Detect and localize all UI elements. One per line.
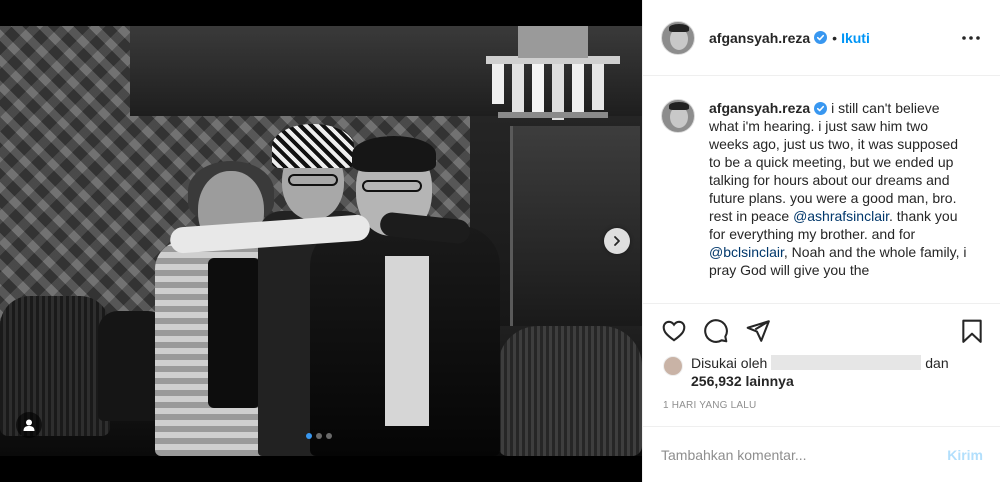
mention-link[interactable]: @ashrafsinclair — [793, 208, 889, 224]
armchair-left — [0, 296, 110, 436]
separator-bullet: • — [832, 29, 838, 46]
more-options-button[interactable] — [961, 28, 981, 48]
post-timestamp[interactable]: 1 HARI YANG LALU — [663, 400, 756, 411]
likes-text: Disukai oleh dan 256,932 lainnya — [691, 354, 949, 390]
caption-username[interactable]: afgansyah.reza — [709, 100, 810, 116]
comment-icon — [704, 319, 728, 343]
share-icon — [746, 320, 770, 342]
comment-box: Kirim — [643, 426, 1000, 482]
save-button[interactable] — [959, 318, 985, 344]
carousel-dot — [316, 433, 322, 439]
carousel-indicator — [306, 433, 332, 439]
blurred-username — [771, 355, 922, 370]
verified-badge-icon — [814, 31, 828, 44]
more-options-icon — [962, 36, 980, 40]
comment-input[interactable] — [661, 446, 940, 463]
caption-text: afgansyah.reza i still can't believe wha… — [709, 99, 969, 279]
likes-count[interactable]: 256,932 lainnya — [691, 373, 794, 389]
carousel-next-button[interactable] — [604, 228, 630, 254]
armchair-right — [498, 326, 642, 456]
liked-by-label: Disukai oleh — [691, 355, 768, 371]
person-right-tshirt — [385, 256, 429, 426]
comment-button[interactable] — [703, 318, 729, 344]
post-photo-panel — [0, 0, 642, 482]
person-right-hair — [352, 136, 436, 172]
carousel-dot — [326, 433, 332, 439]
verified-badge-icon — [814, 102, 828, 115]
likes-summary: Disukai oleh dan 256,932 lainnya — [663, 354, 949, 390]
caption-row: afgansyah.reza i still can't believe wha… — [661, 99, 983, 279]
liked-and-label: dan — [925, 355, 949, 371]
user-tag-button[interactable] — [16, 412, 42, 438]
author-username[interactable]: afgansyah.reza — [709, 30, 810, 46]
person-left-top — [208, 258, 260, 408]
liker-avatar[interactable] — [663, 356, 683, 376]
post-details-panel: afgansyah.reza • Ikuti afgansyah.reza i … — [642, 0, 1000, 482]
bookmark-icon — [962, 319, 982, 343]
person-right-glasses — [362, 180, 422, 192]
author-avatar[interactable] — [661, 20, 695, 55]
carousel-dot — [306, 433, 312, 439]
share-button[interactable] — [745, 318, 771, 344]
follow-button[interactable]: Ikuti — [841, 30, 870, 46]
person-middle-glasses — [288, 174, 338, 186]
chandelier — [486, 26, 620, 120]
post-image[interactable] — [0, 26, 642, 456]
person-middle-hat — [272, 124, 354, 168]
caption-area[interactable]: afgansyah.reza i still can't believe wha… — [643, 77, 1000, 303]
mention-link[interactable]: @bclsinclair — [709, 244, 784, 260]
user-tag-icon — [23, 419, 35, 431]
post-comment-button[interactable]: Kirim — [947, 447, 983, 463]
heart-icon — [662, 320, 686, 342]
caption-author-avatar[interactable] — [661, 99, 695, 133]
post-actions: Disukai oleh dan 256,932 lainnya 1 HARI Y… — [643, 303, 1000, 411]
like-button[interactable] — [661, 318, 687, 344]
post-header: afgansyah.reza • Ikuti — [643, 0, 1000, 76]
caption-body-1: i still can't believe what i'm hearing. … — [709, 100, 959, 224]
chevron-right-icon — [614, 236, 620, 246]
